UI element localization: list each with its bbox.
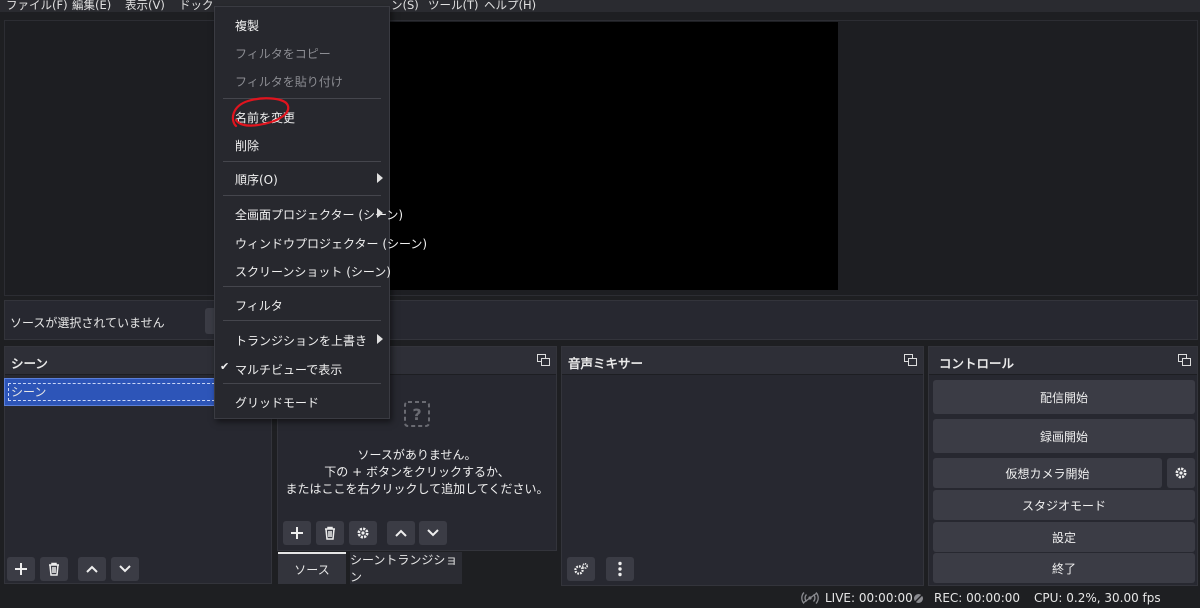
audio-mixer-dock: 音声ミキサー <box>561 346 924 586</box>
no-source-selected-label: ソースが選択されていません <box>10 316 165 330</box>
add-scene-button[interactable] <box>7 557 35 581</box>
audio-advanced-settings-button[interactable] <box>567 557 595 581</box>
menu-tools[interactable]: ツール(T) <box>428 0 479 13</box>
menu-item-paste-filters: フィルタを貼り付け <box>235 75 343 89</box>
menu-bar: ファイル(F) 編集(E) 表示(V) ドック(D ン(S) ツール(T) ヘル… <box>0 0 1200 12</box>
menu-item-order[interactable]: 順序(O) <box>215 166 389 190</box>
remove-source-button[interactable] <box>316 521 344 545</box>
scene-context-menu: 複製 フィルタをコピー フィルタを貼り付け 名前を変更 削除 順序(O) 全画面… <box>214 6 427 419</box>
menu-edit[interactable]: 編集(E) <box>72 0 111 13</box>
float-dock-icon[interactable] <box>1178 354 1191 366</box>
controls-title: コントロール <box>939 356 1015 371</box>
menu-item-transition-override[interactable]: トランジションを上書き <box>215 327 389 351</box>
source-properties-button[interactable] <box>349 521 377 545</box>
menu-dock[interactable]: ドック(D <box>179 0 213 13</box>
move-source-up-button[interactable] <box>387 521 415 545</box>
menu-separator <box>223 320 381 321</box>
menu-file[interactable]: ファイル(F) <box>6 0 68 13</box>
move-scene-up-button[interactable] <box>78 557 106 581</box>
record-icon <box>913 593 924 604</box>
scenes-dock-title: シーン <box>11 356 48 371</box>
start-virtual-camera-button[interactable]: 仮想カメラ開始 <box>933 458 1162 488</box>
red-annotation-circle <box>231 97 290 128</box>
live-timer: LIVE: 00:00:00 <box>825 591 913 605</box>
audio-mixer-title: 音声ミキサー <box>568 356 644 371</box>
settings-button[interactable]: 設定 <box>933 522 1195 552</box>
float-dock-icon[interactable] <box>537 354 550 366</box>
scene-item-label[interactable]: シーン <box>8 383 220 401</box>
menu-help[interactable]: ヘルプ(H) <box>484 0 536 13</box>
gear-icon <box>357 527 369 539</box>
virtual-camera-settings-button[interactable] <box>1167 458 1195 488</box>
chevron-up-icon <box>86 565 98 573</box>
sources-empty-hint-1: 下の + ボタンをクリックするか、 <box>324 465 510 479</box>
submenu-arrow-icon <box>377 208 383 218</box>
start-recording-button[interactable]: 録画開始 <box>933 419 1195 453</box>
menu-item-screenshot[interactable]: スクリーンショット (シーン) <box>215 258 391 282</box>
chevron-up-icon <box>395 529 407 537</box>
move-scene-down-button[interactable] <box>111 557 139 581</box>
menu-separator <box>223 286 381 287</box>
source-toolbar: ソースが選択されていません <box>4 300 1198 340</box>
studio-mode-button[interactable]: スタジオモード <box>933 490 1195 520</box>
submenu-arrow-icon <box>377 173 383 183</box>
broadcast-icon <box>801 592 819 604</box>
menu-view[interactable]: 表示(V) <box>125 0 165 13</box>
plus-icon <box>291 527 303 539</box>
menu-item-delete[interactable]: 削除 <box>215 132 389 156</box>
trash-icon <box>325 526 335 540</box>
menu-item-copy-filters: フィルタをコピー <box>235 47 331 61</box>
menu-item-fullscreen-projector[interactable]: 全画面プロジェクター (シーン) <box>215 201 403 225</box>
rec-timer: REC: 00:00:00 <box>934 591 1021 605</box>
menu-item-window-projector[interactable]: ウィンドウプロジェクター (シーン) <box>215 230 427 254</box>
cpu-fps-status: CPU: 0.2%, 30.00 fps <box>1034 591 1161 605</box>
float-dock-icon[interactable] <box>904 354 917 366</box>
menu-item-show-in-multiview[interactable]: ✔ マルチビューで表示 <box>215 356 389 380</box>
sources-empty-hint-2: またはここを右クリックして追加してください。 <box>285 482 549 496</box>
plus-icon <box>15 563 27 575</box>
submenu-arrow-icon <box>377 334 383 344</box>
menu-separator <box>223 195 381 196</box>
menu-separator <box>223 383 381 384</box>
question-icon: ? <box>404 401 430 427</box>
exit-button[interactable]: 終了 <box>933 553 1195 583</box>
menu-scene-collection[interactable]: ン(S) <box>391 0 419 13</box>
audio-mixer-menu-button[interactable] <box>606 557 634 581</box>
menu-separator <box>223 161 381 162</box>
sources-empty-title: ソースがありません。 <box>357 448 477 462</box>
chevron-down-icon <box>427 529 439 537</box>
tab-sources[interactable]: ソース <box>278 552 346 584</box>
more-vertical-icon <box>618 561 622 577</box>
move-source-down-button[interactable] <box>419 521 447 545</box>
trash-icon <box>49 562 59 576</box>
menu-item-filters[interactable]: フィルタ <box>215 292 389 316</box>
svg-text:?: ? <box>412 405 421 424</box>
preview-canvas[interactable] <box>383 22 838 290</box>
tab-scene-transitions[interactable]: シーントランジション <box>350 552 462 584</box>
menu-item-duplicate[interactable]: 複製 <box>215 12 389 36</box>
gears-icon <box>574 562 589 575</box>
menu-item-grid-mode[interactable]: グリッドモード <box>215 389 389 413</box>
remove-scene-button[interactable] <box>40 557 68 581</box>
chevron-down-icon <box>119 565 131 573</box>
start-streaming-button[interactable]: 配信開始 <box>933 380 1195 414</box>
gear-icon <box>1175 467 1187 479</box>
add-source-button[interactable] <box>283 521 311 545</box>
checkmark-icon: ✔ <box>220 360 230 373</box>
status-bar: LIVE: 00:00:00 REC: 00:00:00 CPU: 0.2%, … <box>0 588 1200 608</box>
